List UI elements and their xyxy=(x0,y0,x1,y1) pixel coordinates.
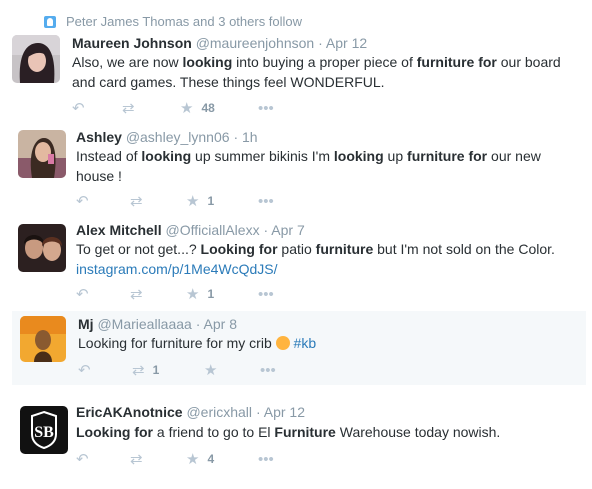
tweet-item[interactable]: SB EricAKAnotnice @ericxhall · Apr 12 Lo… xyxy=(0,396,592,489)
tweet-text: Also, we are now looking into buying a p… xyxy=(72,54,561,90)
tweet-text: Instead of looking up summer bikinis I'm… xyxy=(76,148,541,184)
more-button[interactable]: ••• xyxy=(258,191,274,211)
tweet-item[interactable]: Mj @Marieallaaaa · Apr 8 Looking for fur… xyxy=(12,311,586,385)
reply-button[interactable]: ↶ xyxy=(72,98,85,118)
svg-text:SB: SB xyxy=(34,424,54,441)
retweet-button[interactable]: ⇄ xyxy=(130,284,151,304)
follow-note: Peter James Thomas and 3 others follow xyxy=(66,14,303,29)
star-icon: ★ xyxy=(186,451,200,468)
like-count: 1 xyxy=(207,194,215,208)
author-handle[interactable]: @ashley_lynn06 xyxy=(126,129,230,145)
star-icon: ★ xyxy=(204,362,218,379)
tweet-time[interactable]: Apr 12 xyxy=(326,35,367,51)
author-handle[interactable]: @OfficiallAlexx xyxy=(165,222,259,238)
retweet-icon: ⇄ xyxy=(122,100,135,117)
like-button[interactable]: ★ 4 xyxy=(186,449,214,469)
retweet-count: 1 xyxy=(152,363,160,377)
more-icon: ••• xyxy=(258,192,274,210)
avatar[interactable] xyxy=(12,35,60,83)
avatar[interactable] xyxy=(20,316,66,362)
like-button[interactable]: ★ 1 xyxy=(186,284,214,304)
reply-icon: ↶ xyxy=(78,362,91,379)
more-button[interactable]: ••• xyxy=(258,449,274,469)
retweet-button[interactable]: ⇄ 1 xyxy=(132,360,159,380)
retweet-icon: ⇄ xyxy=(130,193,143,210)
retweet-icon: ⇄ xyxy=(130,286,143,303)
tweet-time[interactable]: Apr 8 xyxy=(204,316,237,332)
star-icon: ★ xyxy=(180,100,194,117)
avatar[interactable]: SB xyxy=(20,406,68,454)
tweet-item[interactable]: Maureen Johnson @maureenjohnson · Apr 12… xyxy=(0,28,592,124)
tweet-link[interactable]: instagram.com/p/1Me4WcQdJS/ xyxy=(76,259,555,279)
reply-icon: ↶ xyxy=(76,451,89,468)
retweet-icon: ⇄ xyxy=(132,362,145,379)
like-count: 1 xyxy=(207,287,215,301)
retweet-button[interactable]: ⇄ xyxy=(130,449,151,469)
author-name[interactable]: EricAKAnotnice xyxy=(76,404,183,420)
star-icon: ★ xyxy=(186,193,200,210)
follow-icon xyxy=(44,15,56,28)
retweet-icon: ⇄ xyxy=(130,451,143,468)
author-name[interactable]: Alex Mitchell xyxy=(76,222,162,238)
tweet-item[interactable]: Ashley @ashley_lynn06 · 1h Instead of lo… xyxy=(0,124,592,216)
author-handle[interactable]: @Marieallaaaa xyxy=(97,316,191,332)
reply-icon: ↶ xyxy=(76,193,89,210)
like-count: 4 xyxy=(207,452,215,466)
avatar[interactable] xyxy=(18,130,66,178)
retweet-button[interactable]: ⇄ xyxy=(130,191,151,211)
tweet-text: To get or not get...? Looking for patio … xyxy=(76,241,555,279)
more-icon: ••• xyxy=(258,450,274,468)
reply-button[interactable]: ↶ xyxy=(78,360,91,380)
tweet-time[interactable]: Apr 7 xyxy=(271,222,304,238)
more-button[interactable]: ••• xyxy=(258,98,274,118)
reply-icon: ↶ xyxy=(76,286,89,303)
retweet-button[interactable]: ⇄ xyxy=(122,98,143,118)
author-handle[interactable]: @maureenjohnson xyxy=(196,35,315,51)
author-name[interactable]: Ashley xyxy=(76,129,122,145)
tweet-time[interactable]: 1h xyxy=(242,129,258,145)
author-handle[interactable]: @ericxhall xyxy=(186,404,252,420)
more-icon: ••• xyxy=(260,361,276,379)
like-button[interactable]: ★ 1 xyxy=(186,191,214,211)
social-context: Peter James Thomas and 3 others follow xyxy=(44,14,302,29)
like-button[interactable]: ★ 48 xyxy=(180,98,215,118)
more-icon: ••• xyxy=(258,99,274,117)
like-button[interactable]: ★ xyxy=(204,360,225,380)
smile-emoji-icon xyxy=(275,336,290,350)
more-button[interactable]: ••• xyxy=(260,360,276,380)
more-icon: ••• xyxy=(258,285,274,303)
tweet-item[interactable]: Alex Mitchell @OfficiallAlexx · Apr 7 To… xyxy=(0,216,592,308)
tweet-text: Looking for a friend to go to El Furnitu… xyxy=(76,424,501,440)
hashtag-link[interactable]: #kb xyxy=(294,335,317,351)
tweet-time[interactable]: Apr 12 xyxy=(264,404,305,420)
author-name[interactable]: Mj xyxy=(78,316,94,332)
more-button[interactable]: ••• xyxy=(258,284,274,304)
reply-button[interactable]: ↶ xyxy=(76,284,89,304)
like-count: 48 xyxy=(201,101,215,115)
reply-icon: ↶ xyxy=(72,100,85,117)
avatar[interactable] xyxy=(18,224,66,272)
star-icon: ★ xyxy=(186,286,200,303)
tweet-text: Looking for furniture for my crib #kb xyxy=(78,335,317,351)
reply-button[interactable]: ↶ xyxy=(76,191,89,211)
author-name[interactable]: Maureen Johnson xyxy=(72,35,192,51)
reply-button[interactable]: ↶ xyxy=(76,449,89,469)
